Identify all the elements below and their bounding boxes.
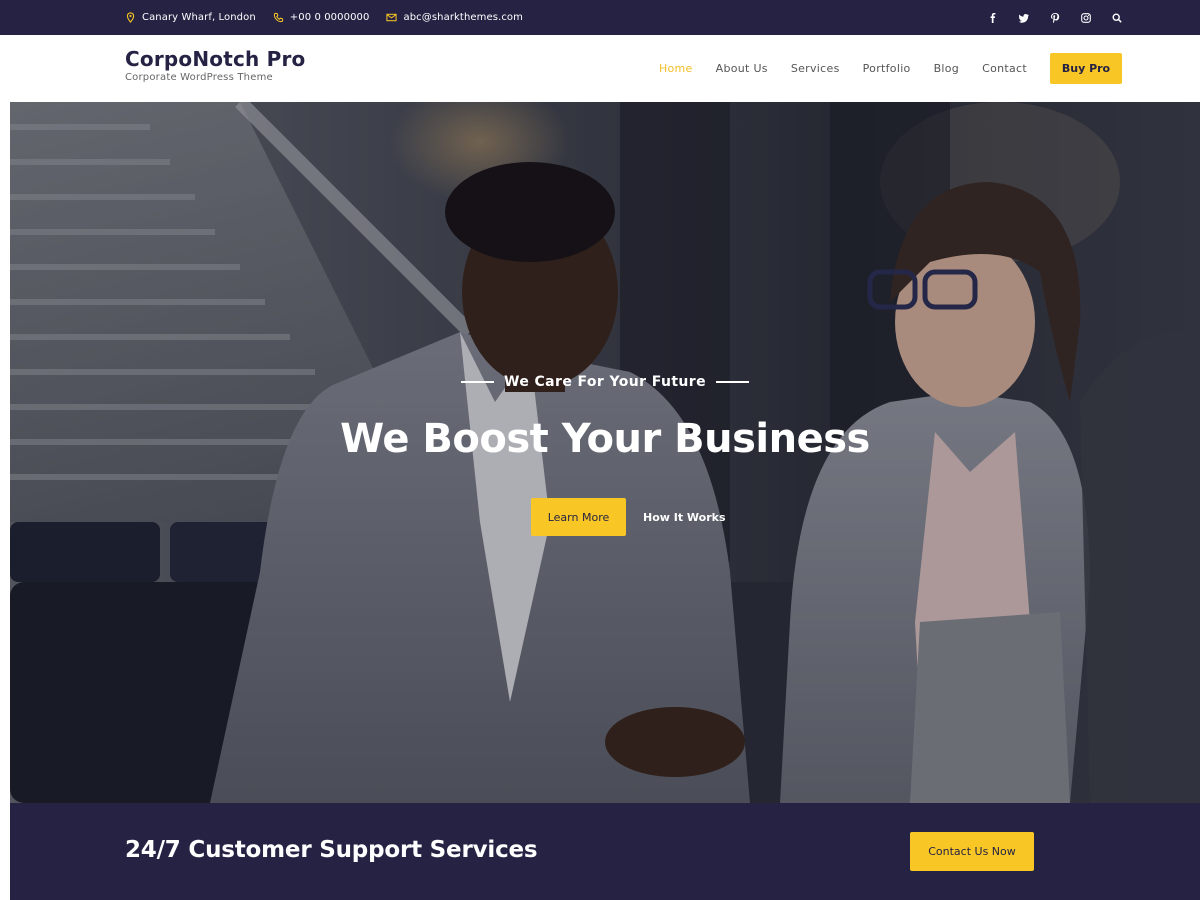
top-info-bar: Canary Wharf, London +00 0 0000000 abc@s… xyxy=(0,0,1200,35)
hero-content: We Care For Your Future We Boost Your Bu… xyxy=(10,102,1200,803)
hero-actions: Learn More How It Works xyxy=(531,498,726,536)
hero-subtitle-row: We Care For Your Future xyxy=(10,374,1200,390)
instagram-icon[interactable] xyxy=(1081,12,1091,24)
hero-banner: We Care For Your Future We Boost Your Bu… xyxy=(10,102,1200,803)
subtitle-line-left xyxy=(460,381,494,383)
nav-about-us[interactable]: About Us xyxy=(716,62,768,75)
phone-icon xyxy=(273,12,284,23)
site-header: CorpoNotch Pro Corporate WordPress Theme… xyxy=(0,35,1200,102)
nav-portfolio[interactable]: Portfolio xyxy=(863,62,911,75)
learn-more-button[interactable]: Learn More xyxy=(531,498,626,536)
phone-text: +00 0 0000000 xyxy=(289,12,370,23)
nav-services[interactable]: Services xyxy=(791,62,840,75)
nav-blog[interactable]: Blog xyxy=(934,62,960,75)
map-pin-icon xyxy=(125,12,136,23)
subtitle-line-right xyxy=(716,381,749,383)
site-branding[interactable]: CorpoNotch Pro Corporate WordPress Theme xyxy=(125,47,306,83)
address-item: Canary Wharf, London xyxy=(125,12,256,23)
email-text: abc@sharkthemes.com xyxy=(403,12,523,23)
site-tagline: Corporate WordPress Theme xyxy=(125,72,273,83)
nav-contact[interactable]: Contact xyxy=(982,62,1027,75)
contact-us-now-button[interactable]: Contact Us Now xyxy=(910,832,1034,871)
nav-home[interactable]: Home xyxy=(659,62,693,75)
support-cta-band: 24/7 Customer Support Services Contact U… xyxy=(10,803,1200,900)
phone-item[interactable]: +00 0 0000000 xyxy=(273,12,370,23)
search-icon[interactable] xyxy=(1112,12,1122,24)
site-title[interactable]: CorpoNotch Pro xyxy=(125,47,306,71)
facebook-icon[interactable] xyxy=(988,12,998,24)
envelope-icon xyxy=(386,12,398,23)
contact-info: Canary Wharf, London +00 0 0000000 abc@s… xyxy=(125,0,523,35)
how-it-works-link[interactable]: How It Works xyxy=(643,511,726,524)
hero-subtitle: We Care For Your Future xyxy=(503,374,706,390)
hero-headline: We Boost Your Business xyxy=(340,416,870,462)
pinterest-icon[interactable] xyxy=(1050,12,1060,24)
twitter-icon[interactable] xyxy=(1019,12,1029,24)
buy-pro-button[interactable]: Buy Pro xyxy=(1050,53,1122,84)
address-text: Canary Wharf, London xyxy=(142,12,256,23)
social-links xyxy=(988,0,1122,35)
cta-title: 24/7 Customer Support Services xyxy=(125,837,538,863)
email-item[interactable]: abc@sharkthemes.com xyxy=(386,12,523,23)
main-navigation: Home About Us Services Portfolio Blog Co… xyxy=(636,53,1122,84)
